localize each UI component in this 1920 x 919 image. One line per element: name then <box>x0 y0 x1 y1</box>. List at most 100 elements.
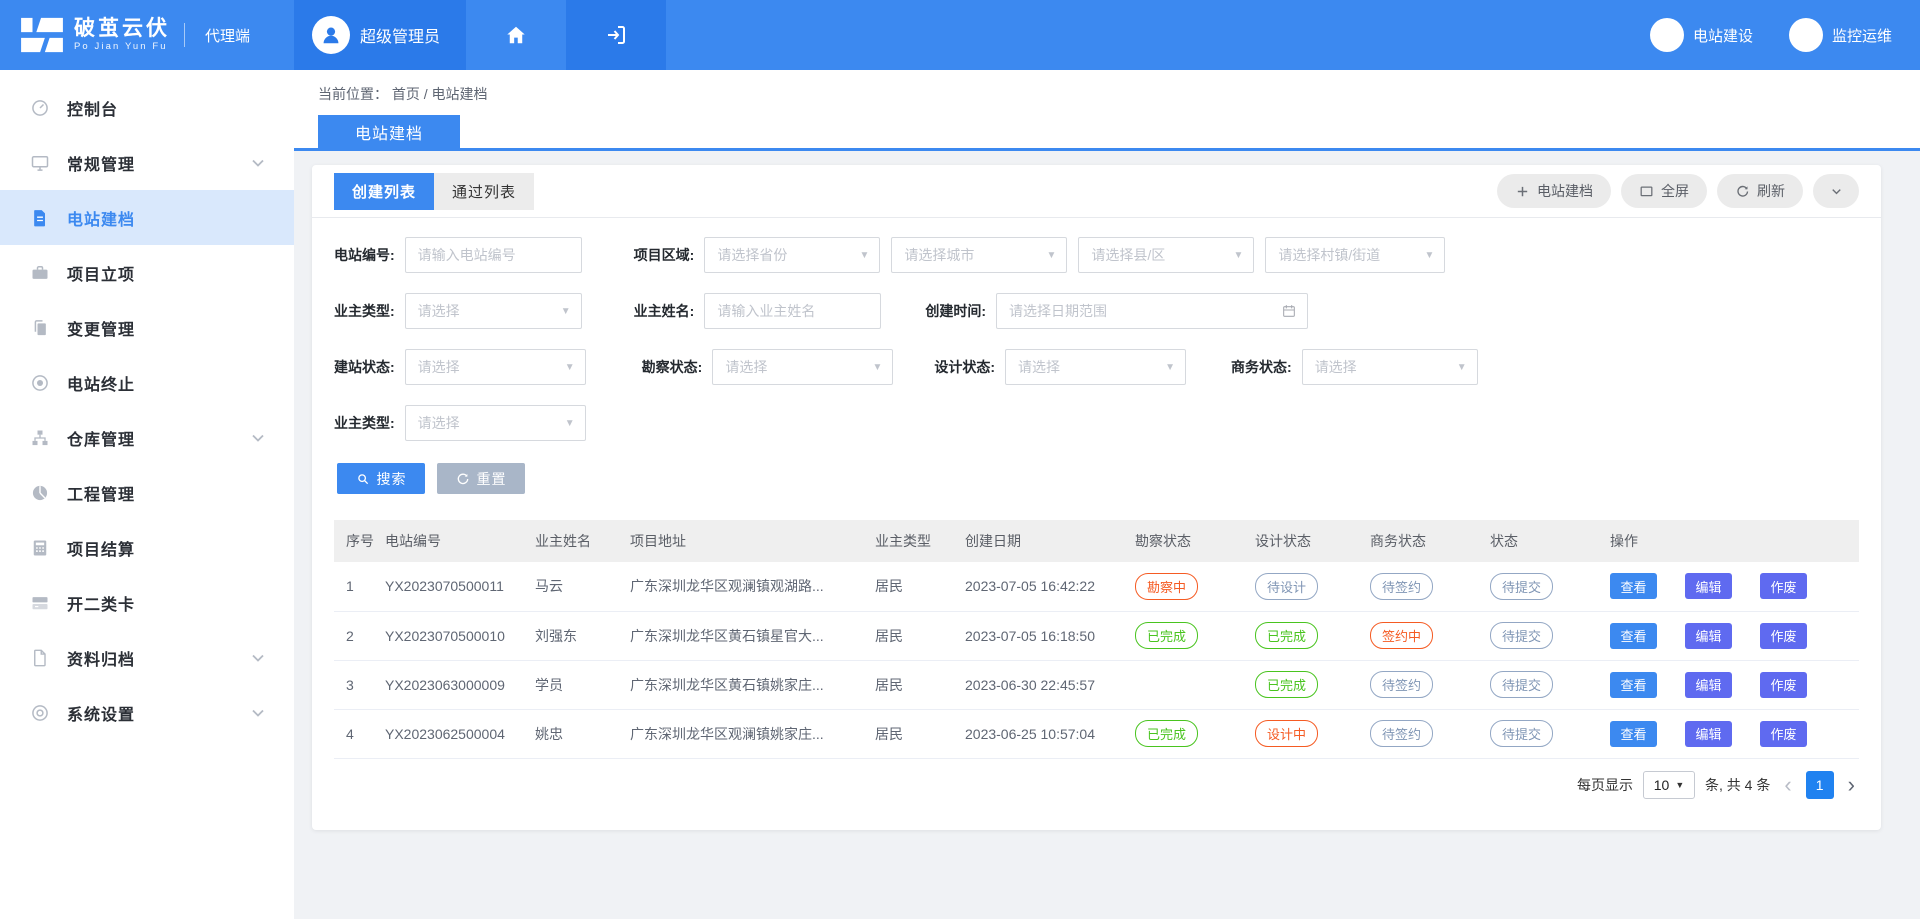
caret-down-icon: ▼ <box>872 362 882 373</box>
add-station-button-label: 电站建档 <box>1537 181 1593 201</box>
pagination: 每页显示 10 ▼ 条, 共 4 条 ‹ 1 › <box>334 771 1859 799</box>
region-county-select[interactable]: 请选择县/区▼ <box>1078 237 1254 273</box>
tab-passed-list[interactable]: 通过列表 <box>434 173 534 210</box>
caret-down-icon: ▼ <box>1675 780 1684 790</box>
edit-button[interactable]: 编辑 <box>1685 573 1732 599</box>
void-button[interactable]: 作废 <box>1760 721 1807 747</box>
survey-status-select[interactable]: 请选择 ▼ <box>712 349 893 385</box>
status-badge: 已完成 <box>1255 622 1318 649</box>
logout-button[interactable] <box>566 0 666 70</box>
search-button[interactable]: 搜索 <box>337 463 425 494</box>
region-town-select[interactable]: 请选择村镇/街道▼ <box>1265 237 1445 273</box>
home-button[interactable] <box>466 0 566 70</box>
region-town-placeholder: 请选择村镇/街道 <box>1278 245 1418 265</box>
edit-button[interactable]: 编辑 <box>1685 623 1732 649</box>
station-code-input[interactable] <box>405 237 582 273</box>
chevron-down-icon <box>248 703 268 723</box>
view-button[interactable]: 查看 <box>1610 721 1657 747</box>
status-badge: 待签约 <box>1370 671 1433 698</box>
design-status-select[interactable]: 请选择 ▼ <box>1005 349 1186 385</box>
sidebar-item-system-settings[interactable]: 系统设置 <box>0 685 294 740</box>
station-build-entry[interactable]: 电站建设 <box>1650 18 1753 52</box>
page-1-button[interactable]: 1 <box>1806 771 1834 799</box>
header-actions: 电站建设 监控运维 <box>1650 0 1920 70</box>
sidebar-item-engineering-mgmt[interactable]: 工程管理 <box>0 465 294 520</box>
station-code-label: 电站编号: <box>334 245 395 265</box>
void-button[interactable]: 作废 <box>1760 573 1807 599</box>
sidebar-item-project-settlement[interactable]: 项目结算 <box>0 520 294 575</box>
create-time-input[interactable]: 请选择日期范围 <box>996 293 1308 329</box>
sitemap-icon <box>30 428 50 448</box>
column-header: 业主类型 <box>869 520 959 562</box>
sidebar: 控制台常规管理电站建档项目立项变更管理电站终止仓库管理工程管理项目结算开二类卡资… <box>0 70 294 919</box>
create-date-cell: 2023-06-30 22:45:57 <box>959 660 1129 709</box>
header-spacer <box>666 0 1650 70</box>
sidebar-item-label: 仓库管理 <box>67 426 135 450</box>
owner-type-select[interactable]: 请选择▼ <box>405 293 582 329</box>
void-button[interactable]: 作废 <box>1760 672 1807 698</box>
business-status-group: 商务状态:请选择▼ <box>1231 349 1478 385</box>
survey-status-placeholder: 请选择 <box>725 357 866 377</box>
briefcase-icon <box>30 263 50 283</box>
design-status-cell: 待设计 <box>1249 562 1364 611</box>
sidebar-item-data-archive[interactable]: 资料归档 <box>0 630 294 685</box>
region-province-select[interactable]: 请选择省份▼ <box>704 237 880 273</box>
edit-button[interactable]: 编辑 <box>1685 721 1732 747</box>
view-button[interactable]: 查看 <box>1610 623 1657 649</box>
sidebar-item-general-mgmt[interactable]: 常规管理 <box>0 135 294 190</box>
caret-down-icon: ▼ <box>1046 250 1056 261</box>
actions-cell: 查看 编辑 作废 <box>1604 660 1859 709</box>
top-header: 破茧云伏 Po Jian Yun Fu 代理端 超级管理员 <box>0 0 1920 70</box>
column-header: 操作 <box>1604 520 1859 562</box>
collapse-button[interactable] <box>1813 174 1859 208</box>
sidebar-item-change-mgmt[interactable]: 变更管理 <box>0 300 294 355</box>
add-station-button[interactable]: 电站建档 <box>1497 174 1611 208</box>
owner-name-group: 业主姓名: <box>634 293 882 329</box>
card-header: 创建列表通过列表 电站建档 全屏 刷新 <box>312 165 1881 218</box>
caret-down-icon: ▼ <box>565 362 575 373</box>
view-button[interactable]: 查看 <box>1610 672 1657 698</box>
next-page-button[interactable]: › <box>1844 774 1859 796</box>
tab-create-list[interactable]: 创建列表 <box>334 173 434 210</box>
owner-type-2-placeholder: 请选择 <box>418 413 559 433</box>
user-menu[interactable]: 超级管理员 <box>294 0 466 70</box>
sidebar-item-project-initiation[interactable]: 项目立项 <box>0 245 294 300</box>
sidebar-item-console[interactable]: 控制台 <box>0 80 294 135</box>
survey-status-cell: 勘察中 <box>1129 562 1249 611</box>
sidebar-item-second-class-card[interactable]: 开二类卡 <box>0 575 294 630</box>
owner-type-cell: 居民 <box>869 709 959 758</box>
region-city-select[interactable]: 请选择城市▼ <box>891 237 1067 273</box>
caret-down-icon: ▼ <box>1165 362 1175 373</box>
owner-type-2-select[interactable]: 请选择▼ <box>405 405 586 441</box>
index-cell: 4 <box>334 709 379 758</box>
chevron-down-icon <box>1829 184 1844 199</box>
sidebar-item-warehouse-mgmt[interactable]: 仓库管理 <box>0 410 294 465</box>
design-status-placeholder: 请选择 <box>1018 357 1159 377</box>
refresh-button[interactable]: 刷新 <box>1717 174 1803 208</box>
owner-name-input[interactable] <box>704 293 881 329</box>
sidebar-item-label: 常规管理 <box>67 151 135 175</box>
prev-page-button[interactable]: ‹ <box>1780 774 1795 796</box>
brand-logo-icon <box>20 16 64 54</box>
business-status-select[interactable]: 请选择▼ <box>1302 349 1478 385</box>
create-date-cell: 2023-06-25 10:57:04 <box>959 709 1129 758</box>
owner-type-cell: 居民 <box>869 660 959 709</box>
table-row: 1YX2023070500011马云广东深圳龙华区观澜镇观湖路...居民2023… <box>334 562 1859 611</box>
status-badge: 待提交 <box>1490 720 1553 747</box>
refresh-button-label: 刷新 <box>1757 181 1785 201</box>
build-status-select[interactable]: 请选择 ▼ <box>405 349 586 385</box>
per-page-select[interactable]: 10 ▼ <box>1643 771 1695 799</box>
status-badge: 已完成 <box>1255 671 1318 698</box>
monitoring-ops-entry[interactable]: 监控运维 <box>1789 18 1892 52</box>
void-button[interactable]: 作废 <box>1760 623 1807 649</box>
business-status-cell: 待签约 <box>1364 709 1484 758</box>
sidebar-item-station-archive[interactable]: 电站建档 <box>0 190 294 245</box>
reset-button[interactable]: 重置 <box>437 463 525 494</box>
build-status-placeholder: 请选择 <box>418 357 559 377</box>
status-badge: 签约中 <box>1370 622 1433 649</box>
fullscreen-button[interactable]: 全屏 <box>1621 174 1707 208</box>
sidebar-item-station-termination[interactable]: 电站终止 <box>0 355 294 410</box>
page-tab-station-archive[interactable]: 电站建档 <box>318 115 460 148</box>
view-button[interactable]: 查看 <box>1610 573 1657 599</box>
edit-button[interactable]: 编辑 <box>1685 672 1732 698</box>
